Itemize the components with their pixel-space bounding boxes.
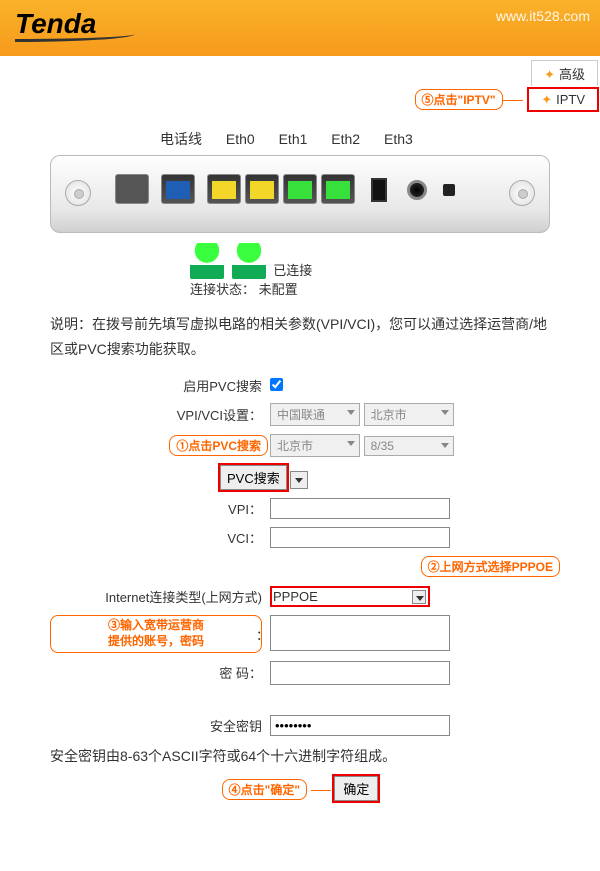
callout-4: ④点击"确定": [222, 779, 307, 800]
security-key-label: 安全密钥: [50, 716, 270, 735]
conn-type-select[interactable]: PPPOE: [270, 586, 430, 607]
chevron-down-icon: [412, 590, 426, 604]
pvc-search-row: PVC搜索: [50, 465, 550, 490]
header-bar: Tenda www.it528.com: [0, 0, 600, 56]
pvc-search-button[interactable]: PVC搜索: [220, 465, 287, 490]
usb-port-icon: [371, 178, 387, 202]
password-row: 密 码：: [50, 661, 550, 685]
port-label-eth1: Eth1: [279, 131, 308, 147]
vci-input[interactable]: [270, 527, 450, 548]
power-jack-icon: [407, 180, 427, 200]
callout-3: ③输入宽带运营商 提供的账号，密码: [50, 615, 262, 652]
account-input[interactable]: [270, 615, 450, 651]
isp-select-value: 中国联通: [277, 408, 325, 422]
vpi-label: VPI：: [50, 499, 270, 518]
account-suffix: ：: [256, 625, 269, 644]
vpivci-row-1: VPI/VCI设置： 中国联通 北京市: [50, 403, 550, 426]
city-select-value: 北京市: [277, 439, 313, 453]
callout-1: ①点击PVC搜索: [169, 435, 268, 456]
router-body: [50, 155, 550, 233]
port-label-eth3: Eth3: [384, 131, 413, 147]
pvc-enable-label: 启用PVC搜索: [50, 376, 270, 395]
status-label: 连接状态：: [190, 282, 255, 297]
port-eth2-icon: [283, 174, 317, 204]
vpivci-row-2: ①点击PVC搜索 北京市 8/35: [50, 434, 550, 457]
port-wan-icon: [161, 174, 195, 204]
status-dev-icon: [190, 243, 224, 279]
password-input[interactable]: [270, 661, 450, 685]
description-text: 说明：在拨号前先填写虚拟电路的相关参数(VPI/VCI)，您可以通过选择运营商/…: [50, 312, 550, 362]
main-content: 电话线 Eth0 Eth1 Eth2 Eth3 已连接 连: [0, 129, 600, 821]
port-label-phone: 电话线: [160, 131, 202, 147]
conn-type-row: Internet连接类型(上网方式) PPPOE: [50, 586, 550, 607]
pvc-enable-checkbox[interactable]: [270, 378, 283, 391]
conn-type-value: PPPOE: [273, 589, 318, 604]
vci-label: VCI：: [50, 528, 270, 547]
tabs-area-2: ⑤点击"IPTV" ✦ IPTV: [0, 88, 600, 111]
router-illustration: [50, 155, 550, 233]
callout-3-line1: ③输入宽带运营商: [108, 618, 204, 632]
pvc-select[interactable]: 8/35: [364, 436, 454, 456]
vpi-row: VPI：: [50, 498, 550, 519]
logo-underline: [15, 34, 135, 42]
callout-2-row: ②上网方式选择PPPOE: [50, 556, 550, 578]
tab-advanced-label: 高级: [559, 67, 585, 82]
vpivci-label: VPI/VCI设置：: [50, 405, 270, 424]
tab-iptv[interactable]: ✦ IPTV: [528, 88, 598, 111]
isp-select[interactable]: 中国联通: [270, 403, 360, 426]
chevron-down-icon: [347, 441, 355, 446]
submit-button[interactable]: 确定: [334, 776, 378, 801]
submit-row: ④点击"确定" 确定: [50, 776, 550, 801]
pvc-enable-row: 启用PVC搜索: [50, 376, 550, 395]
port-label-eth2: Eth2: [331, 131, 360, 147]
callout-3-line2: 提供的账号，密码: [108, 634, 204, 648]
status-dev-icon: [232, 243, 266, 279]
pvc-select-value: 8/35: [371, 439, 394, 453]
port-label-eth0: Eth0: [226, 131, 255, 147]
chevron-down-icon: [441, 443, 449, 448]
tab-icon: ✦: [544, 67, 555, 82]
tab-advanced[interactable]: ✦ 高级: [531, 60, 598, 86]
port-eth0-icon: [207, 174, 241, 204]
city-select[interactable]: 北京市: [270, 434, 360, 457]
status-value: 未配置: [259, 282, 298, 297]
callout-5-arm: [503, 100, 523, 101]
province-select-value: 北京市: [371, 408, 407, 422]
province-select[interactable]: 北京市: [364, 403, 454, 426]
port-eth1-icon: [245, 174, 279, 204]
antenna-left-icon: [65, 180, 91, 206]
status-row: 已连接 连接状态： 未配置: [190, 243, 550, 298]
security-key-input[interactable]: [270, 715, 450, 736]
status-connected: 已连接: [273, 263, 312, 278]
vpi-input[interactable]: [270, 498, 450, 519]
tabs-area: ✦ 高级: [0, 60, 600, 86]
reset-button-icon: [443, 184, 455, 196]
port-eth3-icon: [321, 174, 355, 204]
port-phone-icon: [115, 174, 149, 204]
chevron-down-icon: [347, 410, 355, 415]
watermark-text: www.it528.com: [496, 8, 590, 24]
pvc-dropdown-button[interactable]: [290, 471, 308, 489]
security-key-row: 安全密钥: [50, 715, 550, 736]
chevron-down-icon: [441, 410, 449, 415]
conn-type-label: Internet连接类型(上网方式): [50, 587, 270, 606]
tab-icon: ✦: [541, 92, 552, 107]
callout-4-arm: [311, 790, 331, 791]
callout-2: ②上网方式选择PPPOE: [421, 556, 560, 577]
vci-row: VCI：: [50, 527, 550, 548]
password-label: 密 码：: [50, 663, 270, 682]
account-row: ③输入宽带运营商 提供的账号，密码 ：: [50, 615, 550, 652]
tab-iptv-label: IPTV: [556, 92, 585, 107]
antenna-right-icon: [509, 180, 535, 206]
port-labels-row: 电话线 Eth0 Eth1 Eth2 Eth3: [160, 129, 550, 149]
callout-5: ⑤点击"IPTV": [415, 89, 503, 110]
security-key-hint: 安全密钥由8-63个ASCII字符或64个十六进制字符组成。: [50, 746, 550, 766]
